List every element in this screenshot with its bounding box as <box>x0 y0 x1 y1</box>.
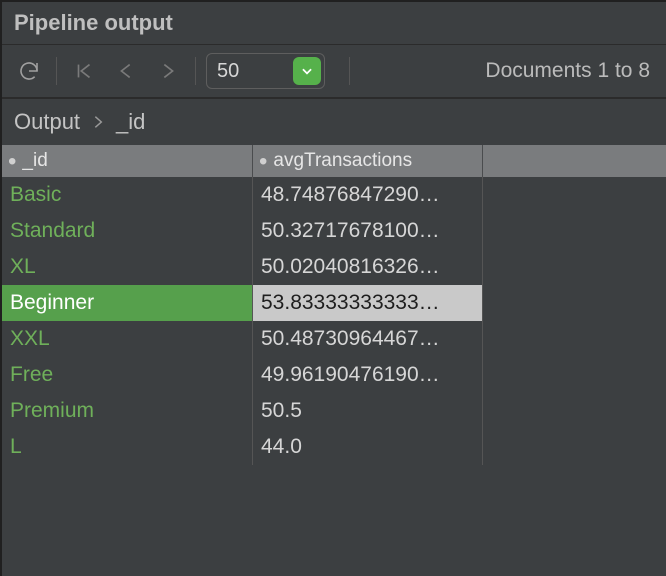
toolbar-separator <box>195 57 196 85</box>
id-cell[interactable]: Premium <box>2 393 253 429</box>
value-cell[interactable]: 49.96190476190… <box>253 357 483 393</box>
document-range-label: Documents 1 to 8 <box>485 59 656 83</box>
id-cell[interactable]: Beginner <box>2 285 253 321</box>
page-size-input[interactable] <box>207 56 293 87</box>
next-page-icon[interactable] <box>151 54 185 88</box>
breadcrumb-leaf[interactable]: _id <box>116 109 145 135</box>
panel-title: Pipeline output <box>2 2 666 45</box>
value-cell[interactable]: 50.32717678100… <box>253 213 483 249</box>
page-size-dropdown-icon[interactable] <box>293 57 321 85</box>
page-size-select[interactable] <box>206 53 325 89</box>
chevron-right-icon <box>90 114 106 130</box>
id-cell[interactable]: L <box>2 429 253 465</box>
breadcrumb-root[interactable]: Output <box>14 109 80 135</box>
value-cell[interactable]: 48.74876847290… <box>253 177 483 213</box>
id-cell[interactable]: Free <box>2 357 253 393</box>
table-header: •_id •avgTransactions <box>2 145 666 177</box>
id-cell[interactable]: Standard <box>2 213 253 249</box>
value-cell[interactable]: 53.83333333333… <box>253 285 483 321</box>
column-header-id[interactable]: •_id <box>2 145 253 177</box>
refresh-icon[interactable] <box>12 54 46 88</box>
toolbar: Documents 1 to 8 <box>2 45 666 98</box>
id-cell[interactable]: Basic <box>2 177 253 213</box>
prev-page-icon[interactable] <box>109 54 143 88</box>
column-header-empty[interactable] <box>483 145 513 177</box>
toolbar-separator <box>349 57 350 85</box>
id-cell[interactable]: XXL <box>2 321 253 357</box>
pipeline-output-panel: Pipeline output <box>0 0 666 576</box>
table-row[interactable]: XXL50.48730964467… <box>2 321 666 357</box>
value-cell[interactable]: 50.5 <box>253 393 483 429</box>
value-cell[interactable]: 44.0 <box>253 429 483 465</box>
column-header-label: avgTransactions <box>273 150 412 172</box>
table-body: Basic48.74876847290…Standard50.327176781… <box>2 177 666 465</box>
table-row[interactable]: XL50.02040816326… <box>2 249 666 285</box>
column-header-label: _id <box>22 150 47 172</box>
table-row[interactable]: Beginner53.83333333333… <box>2 285 666 321</box>
table-row[interactable]: Standard50.32717678100… <box>2 213 666 249</box>
table-row[interactable]: L44.0 <box>2 429 666 465</box>
breadcrumb: Output _id <box>2 98 666 145</box>
value-cell[interactable]: 50.48730964467… <box>253 321 483 357</box>
output-table: •_id •avgTransactions Basic48.7487684729… <box>2 145 666 576</box>
first-page-icon[interactable] <box>67 54 101 88</box>
table-row[interactable]: Basic48.74876847290… <box>2 177 666 213</box>
column-header-avgtransactions[interactable]: •avgTransactions <box>253 145 483 177</box>
value-cell[interactable]: 50.02040816326… <box>253 249 483 285</box>
id-cell[interactable]: XL <box>2 249 253 285</box>
table-row[interactable]: Premium50.5 <box>2 393 666 429</box>
toolbar-separator <box>56 57 57 85</box>
table-row[interactable]: Free49.96190476190… <box>2 357 666 393</box>
